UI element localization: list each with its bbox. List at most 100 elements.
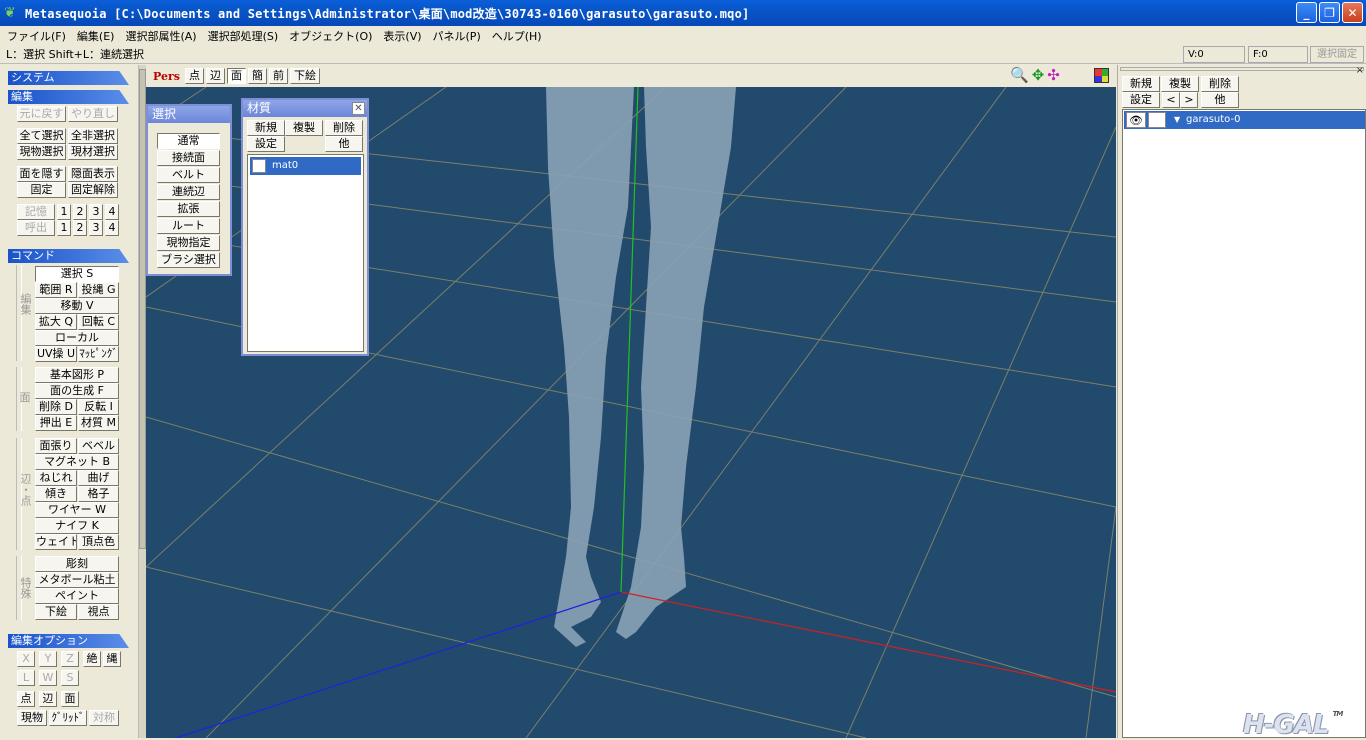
target-face-button[interactable]: 面 — [61, 691, 79, 707]
material-other-button[interactable]: 他 — [325, 136, 363, 152]
select-all-button[interactable]: 全て選択 — [17, 128, 66, 144]
menu-help[interactable]: ヘルプ(H) — [489, 28, 550, 44]
coord-s-button[interactable]: S — [61, 670, 79, 686]
menu-object[interactable]: オブジェクト(O) — [286, 28, 380, 44]
target-point-button[interactable]: 点 — [17, 691, 35, 707]
material-list[interactable]: mat0 — [247, 154, 364, 352]
select-mode-connected[interactable]: 接続面 — [157, 150, 220, 166]
material-copy-button[interactable]: 複製 — [285, 120, 323, 136]
select-mode-route[interactable]: ルート — [157, 218, 220, 234]
material-tool-button[interactable]: 材質 M — [78, 415, 119, 431]
projection-toggle[interactable]: Pers — [153, 70, 180, 83]
menu-view[interactable]: 表示(V) — [380, 28, 429, 44]
memory-slot-4[interactable]: 4 — [105, 204, 119, 220]
target-edge-button[interactable]: 辺 — [39, 691, 57, 707]
select-fix-button[interactable]: 選択固定 — [1310, 46, 1364, 63]
material-panel-title[interactable]: 材質 ✕ — [243, 100, 367, 117]
scale-tool-button[interactable]: 拡大 Q — [35, 314, 77, 330]
twist-tool-button[interactable]: ねじれ — [35, 470, 77, 486]
extrude-tool-button[interactable]: 押出 E — [35, 415, 77, 431]
invert-tool-button[interactable]: 反転 I — [78, 399, 119, 415]
simple-view-button[interactable]: 簡 — [247, 68, 267, 84]
wire-tool-button[interactable]: ワイヤー W — [35, 502, 119, 518]
face-stretch-tool-button[interactable]: 面張り — [35, 438, 77, 454]
object-list[interactable]: 👁 ▼ garasuto-0 H-GAL TM — [1122, 109, 1366, 740]
menu-edit[interactable]: 編集(E) — [74, 28, 123, 44]
memory-slot-2[interactable]: 2 — [73, 204, 87, 220]
magnet-tool-button[interactable]: マグネット B — [35, 454, 119, 470]
material-list-item[interactable]: mat0 — [250, 157, 361, 175]
lock-y-button[interactable]: Y — [39, 651, 57, 667]
vertex-color-tool-button[interactable]: 頂点色 — [78, 534, 119, 550]
section-command[interactable]: コマンド — [8, 249, 129, 263]
paint-tool-button[interactable]: ペイント — [35, 588, 119, 604]
delete-tool-button[interactable]: 削除 D — [35, 399, 77, 415]
expand-triangle-icon[interactable]: ▼ — [1174, 111, 1180, 129]
material-new-button[interactable]: 新規 — [247, 120, 285, 136]
mode-point-button[interactable]: 点 — [184, 68, 204, 84]
lock-x-button[interactable]: X — [17, 651, 35, 667]
select-mode-brush[interactable]: ブラシ選択 — [157, 252, 220, 268]
mode-face-button[interactable]: 面 — [226, 68, 246, 84]
absolute-button[interactable]: 絶 — [83, 651, 101, 667]
object-other-button[interactable]: 他 — [1201, 92, 1239, 108]
memory-slot-3[interactable]: 3 — [89, 204, 103, 220]
restore-button[interactable]: ❐ — [1319, 2, 1340, 23]
coord-l-button[interactable]: L — [17, 670, 35, 686]
select-current-material-button[interactable]: 現材選択 — [68, 144, 118, 160]
menu-file[interactable]: ファイル(F) — [4, 28, 74, 44]
symmetry-button[interactable]: 対称 — [89, 710, 119, 726]
material-delete-button[interactable]: 削除 — [325, 120, 363, 136]
select-tool-button[interactable]: 選択 S — [35, 266, 119, 282]
sculpt-tool-button[interactable]: 彫刻 — [35, 556, 119, 572]
knife-tool-button[interactable]: ナイフ K — [35, 518, 119, 534]
object-settings-button[interactable]: 設定 — [1122, 92, 1160, 108]
menu-selection-attr[interactable]: 選択部属性(A) — [122, 28, 204, 44]
current-object-button[interactable]: 現物 — [17, 710, 47, 726]
undo-button[interactable]: 元に戻す — [17, 106, 66, 122]
object-new-button[interactable]: 新規 — [1122, 76, 1160, 92]
fix-button[interactable]: 固定 — [17, 182, 66, 198]
rotate-view-icon[interactable]: ✣ — [1047, 67, 1060, 84]
unfix-button[interactable]: 固定解除 — [68, 182, 118, 198]
hide-face-button[interactable]: 面を隠す — [17, 166, 66, 182]
memory-slot-1[interactable]: 1 — [57, 204, 71, 220]
show-hidden-button[interactable]: 隠面表示 — [68, 166, 118, 182]
select-mode-belt[interactable]: ベルト — [157, 167, 220, 183]
recall-button[interactable]: 呼出 — [17, 220, 55, 236]
mode-edge-button[interactable]: 辺 — [205, 68, 225, 84]
select-mode-current-object[interactable]: 現物指定 — [157, 235, 220, 251]
recall-slot-1[interactable]: 1 — [57, 220, 71, 236]
menu-panel[interactable]: パネル(P) — [430, 28, 489, 44]
object-panel-close-icon[interactable]: × — [1356, 65, 1364, 76]
material-panel-close-icon[interactable]: ✕ — [352, 102, 365, 115]
range-tool-button[interactable]: 範囲 R — [35, 282, 77, 298]
object-delete-button[interactable]: 削除 — [1201, 76, 1239, 92]
recall-slot-2[interactable]: 2 — [73, 220, 87, 236]
left-scrollbar-thumb[interactable] — [139, 69, 146, 549]
mapping-tool-button[interactable]: ﾏｯﾋﾟﾝｸﾞ — [78, 346, 119, 362]
lattice-tool-button[interactable]: 格子 — [78, 486, 119, 502]
section-edit[interactable]: 編集 — [8, 90, 129, 104]
object-prev-button[interactable]: < — [1162, 92, 1180, 108]
lasso-tool-button[interactable]: 投縄 G — [78, 282, 119, 298]
lock-z-button[interactable]: Z — [61, 651, 79, 667]
lock-toggle[interactable] — [1148, 112, 1166, 128]
weight-tool-button[interactable]: ウェイト — [35, 534, 77, 550]
local-tool-button[interactable]: ローカル — [35, 330, 119, 346]
object-copy-button[interactable]: 複製 — [1161, 76, 1199, 92]
object-next-button[interactable]: > — [1180, 92, 1198, 108]
select-current-object-button[interactable]: 現物選択 — [17, 144, 66, 160]
select-mode-normal[interactable]: 通常 — [157, 133, 220, 149]
tilt-tool-button[interactable]: 傾き — [35, 486, 77, 502]
minimize-button[interactable]: _ — [1296, 2, 1317, 23]
select-panel-title[interactable]: 選択 — [148, 106, 230, 123]
deselect-all-button[interactable]: 全非選択 — [68, 128, 118, 144]
pan-icon[interactable]: ✥ — [1032, 67, 1045, 84]
section-system[interactable]: システム — [8, 71, 129, 85]
zoom-icon[interactable]: 🔍 — [1010, 67, 1029, 84]
close-button[interactable]: ✕ — [1342, 2, 1363, 23]
rope-button[interactable]: 縄 — [103, 651, 121, 667]
quad-view-icon[interactable] — [1094, 68, 1109, 83]
menu-selection-process[interactable]: 選択部処理(S) — [205, 28, 287, 44]
